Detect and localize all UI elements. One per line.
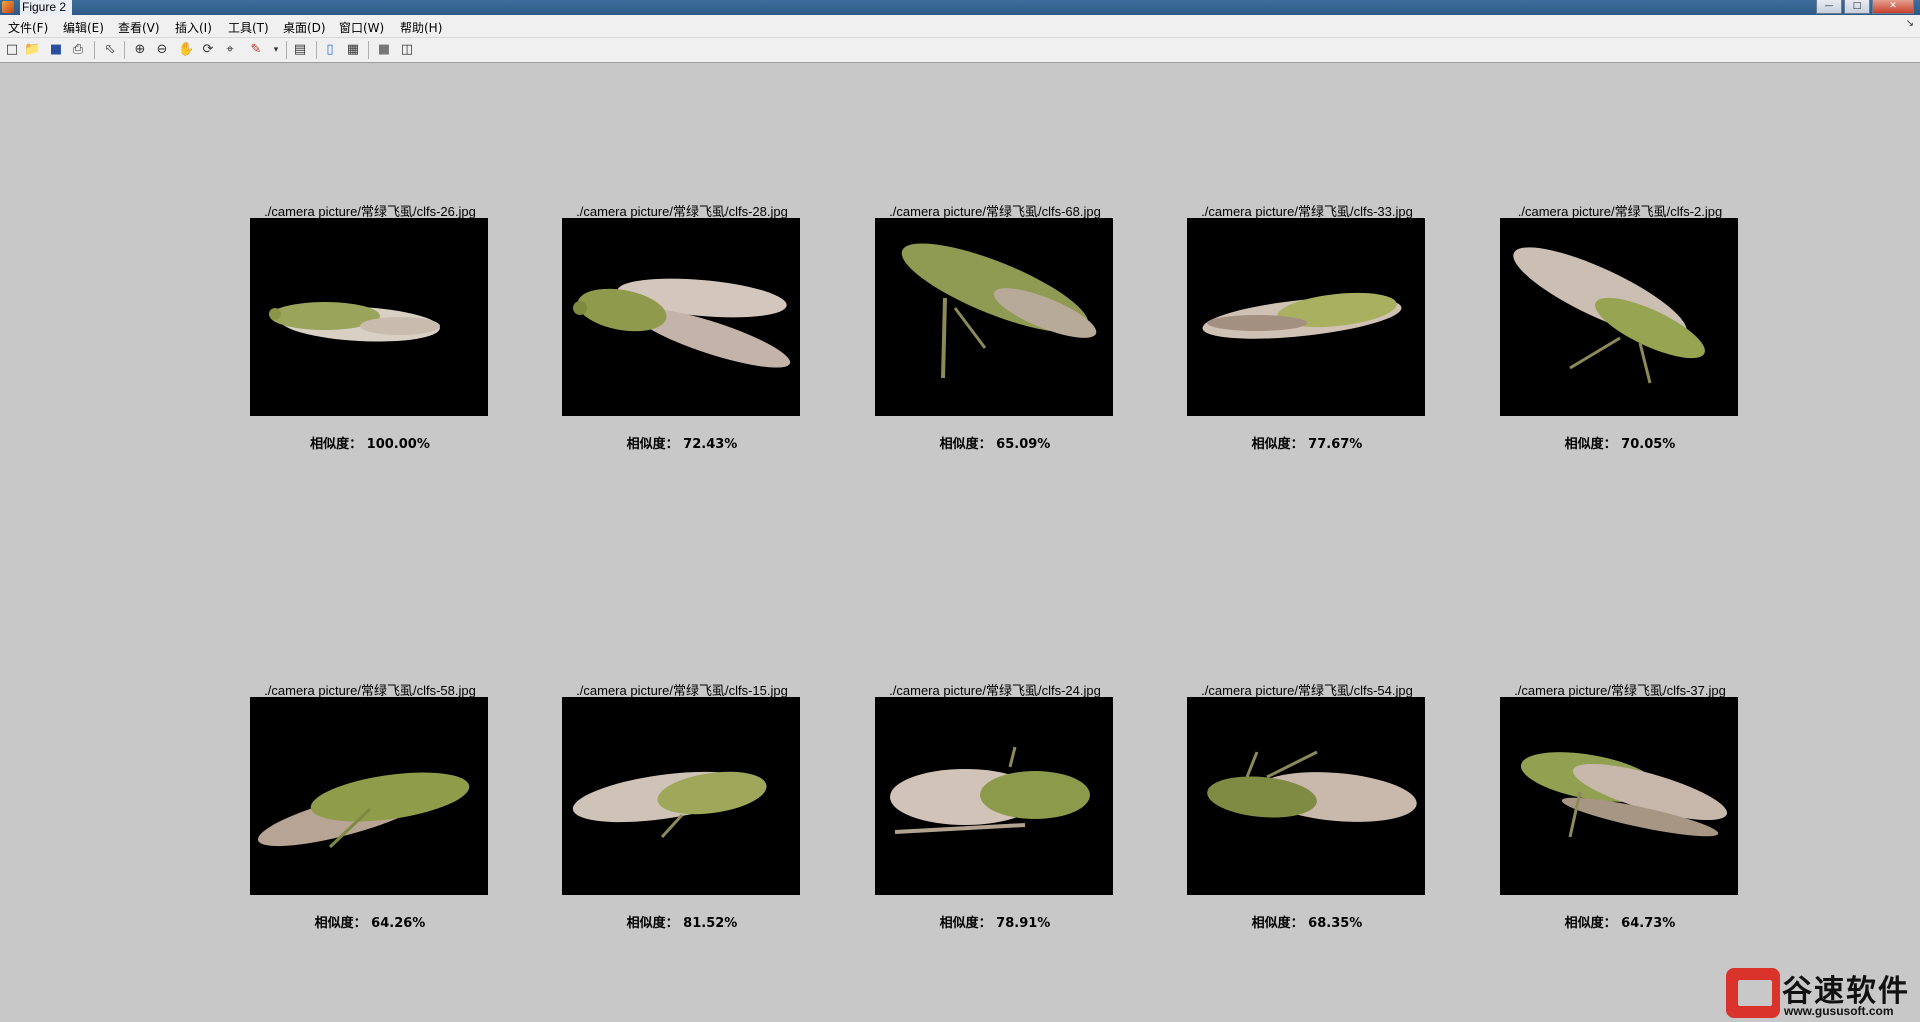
menu-dock-arrow-icon[interactable]: ↘: [1906, 18, 1914, 29]
new-figure-icon[interactable]: □: [4, 42, 20, 58]
link-plot-icon[interactable]: ▤: [292, 42, 308, 58]
brush-icon[interactable]: ✎: [248, 42, 264, 58]
insect-image: [562, 218, 800, 416]
menu-file[interactable]: 文件(F): [8, 19, 48, 36]
legend-icon[interactable]: ▦: [345, 42, 361, 58]
menu-desktop[interactable]: 桌面(D): [283, 19, 326, 36]
menu-view[interactable]: 查看(V): [118, 19, 160, 36]
similarity-label: 相似度： 78.91%: [939, 916, 1051, 931]
similarity-label: 相似度： 68.35%: [1251, 916, 1363, 931]
toolbar-separator: [286, 41, 287, 59]
hide-plot-tools-icon[interactable]: ■: [376, 42, 392, 58]
insect-image: [1187, 218, 1425, 416]
similarity-label: 相似度： 70.05%: [1564, 437, 1676, 452]
minimize-button[interactable]: —: [1816, 0, 1842, 14]
brush-dropdown-icon[interactable]: ▾: [268, 42, 284, 58]
menu-bar: 文件(F) 编辑(E) 查看(V) 插入(I) 工具(T) 桌面(D) 窗口(W…: [0, 15, 1920, 38]
insect-image: [250, 697, 488, 895]
menu-insert[interactable]: 插入(I): [175, 19, 212, 36]
toolbar-separator: [368, 41, 369, 59]
watermark-url: www.gususoft.com: [1784, 1004, 1894, 1018]
menu-tools[interactable]: 工具(T): [228, 19, 269, 36]
rotate-3d-icon[interactable]: ⟳: [200, 42, 216, 58]
gususoft-logo-icon: [1726, 968, 1780, 1018]
window-title: Figure 2: [20, 0, 73, 15]
zoom-out-icon[interactable]: ⊖: [154, 42, 170, 58]
menu-window[interactable]: 窗口(W): [339, 19, 384, 36]
insect-image: [1500, 697, 1738, 895]
insect-image: [250, 218, 488, 416]
insect-image: [875, 697, 1113, 895]
save-icon[interactable]: ■: [48, 42, 64, 58]
watermark-logo: 谷速软件 www.gususoft.com: [1722, 962, 1920, 1022]
insect-image: [1500, 218, 1738, 416]
similarity-label: 相似度： 100.00%: [310, 437, 430, 452]
toolbar-separator: [94, 41, 95, 59]
edit-plot-icon[interactable]: ⬁: [102, 42, 118, 58]
window-controls: — □ ✕: [1816, 0, 1914, 14]
toolbar-separator: [124, 41, 125, 59]
similarity-label: 相似度： 65.09%: [939, 437, 1051, 452]
similarity-label: 相似度： 72.43%: [626, 437, 738, 452]
similarity-label: 相似度： 81.52%: [626, 916, 738, 931]
show-plot-tools-icon[interactable]: ◫: [399, 42, 415, 58]
matlab-icon: [2, 1, 14, 13]
close-button[interactable]: ✕: [1872, 0, 1914, 14]
print-icon[interactable]: ⎙: [70, 42, 86, 58]
title-bar: Figure 2 — □ ✕: [0, 0, 1920, 15]
similarity-label: 相似度： 77.67%: [1251, 437, 1363, 452]
figure-toolbar: □ 📁 ■ ⎙ ⬁ ⊕ ⊖ ✋ ⟳ ⌖ ✎ ▾ ▤ ▯ ▦ ■ ◫: [0, 38, 1920, 63]
pan-icon[interactable]: ✋: [178, 42, 194, 58]
insect-image: [1187, 697, 1425, 895]
menu-edit[interactable]: 编辑(E): [63, 19, 104, 36]
similarity-label: 相似度： 64.26%: [314, 916, 426, 931]
menu-help[interactable]: 帮助(H): [400, 19, 442, 36]
toolbar-separator: [316, 41, 317, 59]
insect-image: [562, 697, 800, 895]
figure-canvas: ./camera picture/常绿飞虱/clfs-26.jpg 相似度： 1…: [0, 63, 1920, 1022]
data-cursor-icon[interactable]: ⌖: [222, 42, 238, 58]
maximize-button[interactable]: □: [1844, 0, 1870, 14]
insect-image: [875, 218, 1113, 416]
zoom-in-icon[interactable]: ⊕: [132, 42, 148, 58]
colorbar-icon[interactable]: ▯: [322, 42, 338, 58]
open-file-icon[interactable]: 📁: [24, 42, 40, 58]
similarity-label: 相似度： 64.73%: [1564, 916, 1676, 931]
